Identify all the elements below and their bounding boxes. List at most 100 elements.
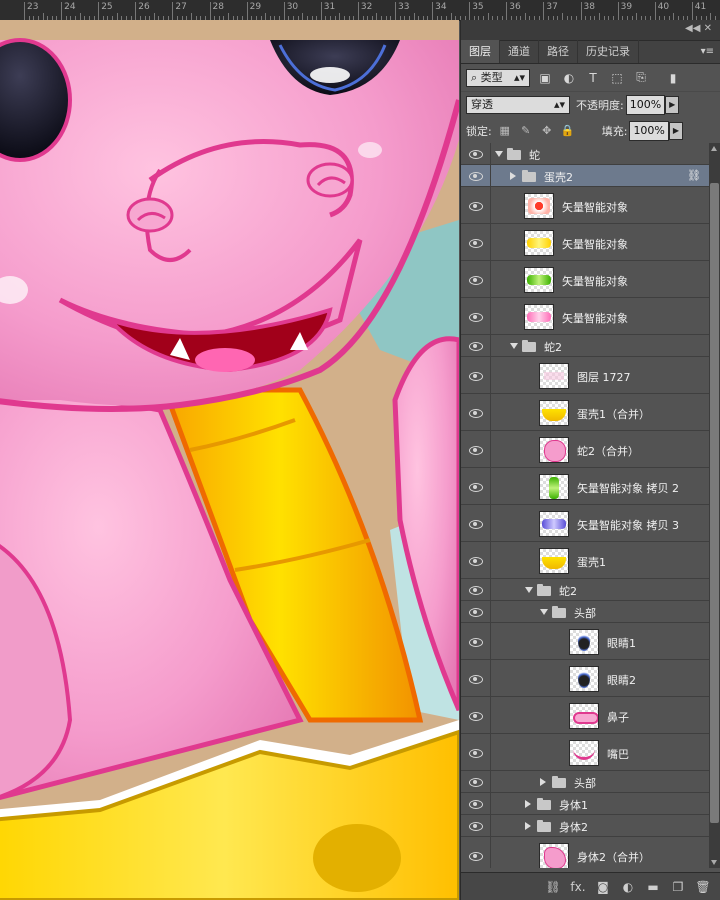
layer-name[interactable]: 身体2 [559,819,588,835]
new-layer-icon[interactable]: ❐ [669,878,687,896]
type-filter-icon[interactable]: T [584,69,602,87]
layer-thumbnail[interactable] [524,229,554,256]
layer-thumbnail[interactable] [524,266,554,293]
layer-group-row[interactable]: 蛇 [461,143,709,165]
layer-name[interactable]: 眼睛2 [607,672,636,688]
fill-input[interactable]: 100% [629,120,669,141]
tab-history[interactable]: 历史记录 [578,40,639,63]
opacity-arrow[interactable]: ▶ [665,96,680,114]
panel-menu-icon[interactable]: ▾≡ [701,46,714,57]
visibility-eye-icon[interactable] [469,201,483,211]
trash-icon[interactable]: 🗑 [694,878,712,896]
layer-thumbnail[interactable] [569,628,599,655]
expand-triangle-open-icon[interactable] [525,587,533,593]
layer-name[interactable]: 蛇2 [544,339,562,355]
visibility-eye-icon[interactable] [469,275,483,285]
layer-name[interactable]: 矢量智能对象 [562,236,628,252]
pixel-filter-icon[interactable]: ▣ [536,69,554,87]
panel-collapse-bar[interactable]: ◀◀ ✕ [461,20,720,41]
layer-name[interactable]: 蛋壳1 [577,554,606,570]
filter-kind-dropdown[interactable]: ⌕ 类型 ▴▾ [466,68,530,87]
layer-group-row[interactable]: 身体2 [461,815,709,837]
layer-name[interactable]: 蛇 [529,147,540,163]
visibility-eye-icon[interactable] [469,371,483,381]
visibility-eye-icon[interactable] [469,711,483,721]
expand-triangle-open-icon[interactable] [540,609,548,615]
layer-row[interactable]: 鼻子 [461,697,709,734]
layer-name[interactable]: 矢量智能对象 [562,310,628,326]
layer-row[interactable]: 矢量智能对象 [461,224,709,261]
visibility-eye-icon[interactable] [469,637,483,647]
layer-group-row[interactable]: 蛇2 [461,579,709,601]
layer-name[interactable]: 身体2（合并） [577,849,650,865]
layer-thumbnail[interactable] [539,436,569,463]
smart-object-filter-icon[interactable]: ⎘ [632,69,650,87]
layer-list-scrollbar[interactable] [709,143,720,868]
layer-name[interactable]: 身体1 [559,797,588,813]
filter-toggle-icon[interactable]: ▮ [664,69,682,87]
layer-thumbnail[interactable] [539,547,569,574]
layer-group-row[interactable]: 身体1 [461,793,709,815]
visibility-eye-icon[interactable] [469,556,483,566]
visibility-eye-icon[interactable] [469,674,483,684]
visibility-eye-icon[interactable] [469,149,483,159]
layer-thumbnail[interactable] [539,510,569,537]
visibility-eye-icon[interactable] [469,408,483,418]
layer-name[interactable]: 嘴巴 [607,746,629,762]
mask-icon[interactable]: ◙ [594,878,612,896]
lock-paint-icon[interactable]: ✎ [518,123,534,139]
layer-group-row[interactable]: 蛋壳2 ⛓ [461,165,709,187]
lock-transparent-icon[interactable]: ▦ [497,123,513,139]
visibility-eye-icon[interactable] [469,821,483,831]
visibility-eye-icon[interactable] [469,341,483,351]
layer-name[interactable]: 蛇2 [559,583,577,599]
tab-channels[interactable]: 通道 [500,40,539,63]
layer-row[interactable]: 蛋壳1（合并） [461,394,709,431]
lock-move-icon[interactable]: ✥ [539,123,555,139]
scroll-thumb[interactable] [710,183,719,823]
document-canvas[interactable] [0,20,459,900]
layer-row[interactable]: 矢量智能对象 [461,187,709,224]
layer-name[interactable]: 眼睛1 [607,635,636,651]
visibility-eye-icon[interactable] [469,851,483,861]
blend-mode-dropdown[interactable]: 穿透 ▴▾ [466,96,570,114]
layer-row[interactable]: 矢量智能对象 拷贝 3 [461,505,709,542]
layer-thumbnail[interactable] [569,665,599,692]
expand-triangle-open-icon[interactable] [495,151,503,157]
scroll-down-icon[interactable] [711,860,717,865]
layer-thumbnail[interactable] [539,473,569,500]
visibility-eye-icon[interactable] [469,799,483,809]
layer-name[interactable]: 蛋壳2 [544,169,573,185]
layer-row[interactable]: 眼睛2 [461,660,709,697]
expand-triangle-closed-icon[interactable] [525,822,531,830]
layer-group-row[interactable]: 蛇2 [461,335,709,357]
layer-thumbnail[interactable] [539,842,569,868]
scroll-up-icon[interactable] [711,146,717,151]
visibility-eye-icon[interactable] [469,238,483,248]
layer-name[interactable]: 头部 [574,775,596,791]
layer-row[interactable]: 矢量智能对象 拷贝 2 [461,468,709,505]
tab-layers[interactable]: 图层 [461,40,500,63]
layer-row[interactable]: 矢量智能对象 [461,261,709,298]
link-icon[interactable]: ⛓ [544,878,562,896]
layer-name[interactable]: 图层 1727 [577,369,631,385]
layer-name[interactable]: 矢量智能对象 拷贝 3 [577,517,679,533]
layer-thumbnail[interactable] [524,192,554,219]
layer-name[interactable]: 矢量智能对象 [562,273,628,289]
visibility-eye-icon[interactable] [469,585,483,595]
fx-icon[interactable]: fx. [569,878,587,896]
layer-group-row[interactable]: 头部 [461,601,709,623]
layer-row[interactable]: 身体2（合并） [461,837,709,868]
adjustment-icon[interactable]: ◐ [619,878,637,896]
layer-row[interactable]: 蛇2（合并） [461,431,709,468]
tab-paths[interactable]: 路径 [539,40,578,63]
lock-all-icon[interactable]: 🔒 [560,123,576,139]
layer-thumbnail[interactable] [524,303,554,330]
layer-name[interactable]: 蛇2（合并） [577,443,639,459]
visibility-eye-icon[interactable] [469,777,483,787]
layer-row[interactable]: 图层 1727 [461,357,709,394]
shape-filter-icon[interactable]: ⬚ [608,69,626,87]
visibility-eye-icon[interactable] [469,171,483,181]
expand-triangle-open-icon[interactable] [510,343,518,349]
layer-row[interactable]: 眼睛1 [461,623,709,660]
